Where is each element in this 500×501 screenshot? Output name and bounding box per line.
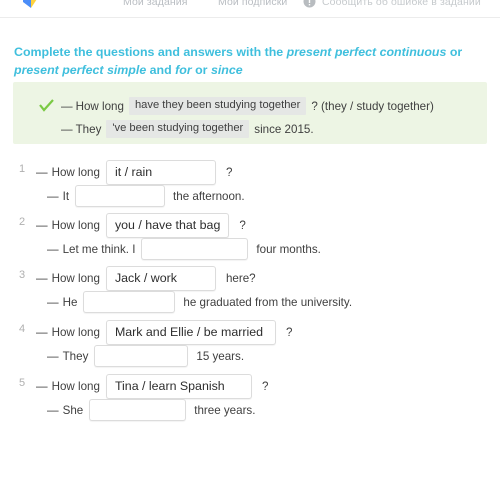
question-prompt-row: — How long it / rain ? (36, 160, 232, 185)
answer-tail-text: 15 years. (196, 349, 245, 363)
example-q-dash: — (61, 99, 73, 113)
question-tail-text: ? (239, 219, 246, 232)
example-a-filled-answer: 've been studying together (106, 120, 250, 138)
question-dash: — (36, 166, 48, 179)
instruction-part-3: and (146, 63, 176, 77)
example-a-tail: since 2015. (254, 122, 314, 136)
answer-input[interactable] (141, 238, 249, 260)
answer-input[interactable] (83, 291, 176, 313)
question-prompt-row: — How long Tina / learn Spanish ? (36, 374, 268, 399)
question-prompt-row: — How long Mark and Ellie / be married ? (36, 320, 292, 345)
question-prompt-box[interactable]: Tina / learn Spanish (105, 374, 252, 399)
answer-dash: — (47, 295, 59, 309)
instruction-part-1: Complete the questions and answers with … (14, 45, 287, 59)
answer-dash: — (47, 242, 59, 256)
question-prompt-box[interactable]: it / rain (105, 160, 216, 185)
warning-circle-icon[interactable] (303, 0, 316, 8)
report-error-link[interactable]: Сообщить об ошибке в задании (322, 0, 481, 8)
question-number: 3 (19, 269, 26, 281)
question-prompt-box[interactable]: you / have that bag (105, 213, 230, 238)
answer-row: — They 15 years. (47, 345, 244, 367)
example-question-line: — How long have they been studying toget… (61, 97, 434, 115)
question-dash: — (36, 219, 48, 232)
answer-dash: — (47, 349, 59, 363)
question-number: 5 (19, 377, 26, 389)
answer-row: — He he graduated from the university. (47, 291, 352, 313)
example-answer-line: — They 've been studying together since … (61, 120, 314, 138)
answer-lead-text: Let me think. I (62, 242, 136, 256)
question-prompt-box[interactable]: Jack / work (105, 266, 216, 291)
answer-tail-text: he graduated from the university. (183, 295, 353, 309)
instruction-emphasis-4: since (210, 63, 243, 77)
question-prompt-box[interactable]: Mark and Ellie / be married (105, 320, 276, 345)
example-answer-box: — How long have they been studying toget… (13, 82, 487, 144)
answer-row: — Let me think. I four months. (47, 238, 321, 260)
question-prompt-row: — How long you / have that bag ? (36, 213, 246, 238)
example-q-lead: How long (75, 99, 124, 113)
answer-dash: — (47, 189, 59, 203)
answer-tail-text: the afternoon. (173, 189, 245, 203)
question-prompt-row: — How long Jack / work here? (36, 266, 256, 291)
answer-row: — It the afternoon. (47, 185, 245, 207)
question-tail-text: ? (225, 166, 233, 179)
question-dash: — (36, 326, 48, 339)
answer-row: — She three years. (47, 399, 255, 421)
nav-item-my-subscriptions[interactable]: Мои подписки (218, 0, 287, 8)
exercise-instruction: Complete the questions and answers with … (14, 43, 484, 79)
question-dash: — (36, 380, 48, 393)
answer-dash: — (47, 403, 59, 417)
answer-lead-text: They (62, 349, 89, 363)
question-number: 2 (19, 216, 26, 228)
example-a-lead: They (75, 122, 102, 136)
nav-item-my-tasks[interactable]: Мои задания (123, 0, 188, 8)
question-lead-text: How long (51, 272, 100, 285)
answer-tail-text: three years. (194, 403, 256, 417)
answer-tail-text: four months. (256, 242, 321, 256)
answer-input[interactable] (75, 185, 166, 207)
answer-lead-text: She (62, 403, 84, 417)
question-lead-text: How long (51, 166, 100, 179)
example-q-filled-answer: have they been studying together (128, 97, 307, 115)
instruction-part-2: or (446, 45, 463, 59)
top-navigation-bar: Мои задания Мои подписки Сообщить об оши… (0, 0, 500, 18)
question-lead-text: How long (51, 380, 100, 393)
instruction-part-4: or (191, 63, 211, 77)
question-lead-text: How long (51, 326, 100, 339)
question-number: 1 (19, 163, 26, 175)
question-number: 4 (19, 323, 26, 335)
example-q-tail: ? (they / study together) (311, 99, 434, 113)
question-tail-text: ? (285, 326, 293, 339)
instruction-emphasis-3: for (175, 63, 192, 77)
question-dash: — (36, 272, 48, 285)
example-a-dash: — (61, 122, 73, 136)
answer-lead-text: He (62, 295, 78, 309)
question-tail-text: here? (225, 272, 256, 285)
instruction-emphasis-2: present perfect simple (14, 63, 147, 77)
question-lead-text: How long (51, 219, 100, 232)
brainly-arrow-logo-icon[interactable] (20, 0, 42, 14)
answer-input[interactable] (94, 345, 189, 367)
answer-lead-text: It (62, 189, 70, 203)
answer-input[interactable] (89, 399, 187, 421)
green-check-icon (39, 99, 54, 112)
instruction-emphasis-1: present perfect continuous (286, 45, 447, 59)
question-tail-text: ? (261, 380, 269, 393)
